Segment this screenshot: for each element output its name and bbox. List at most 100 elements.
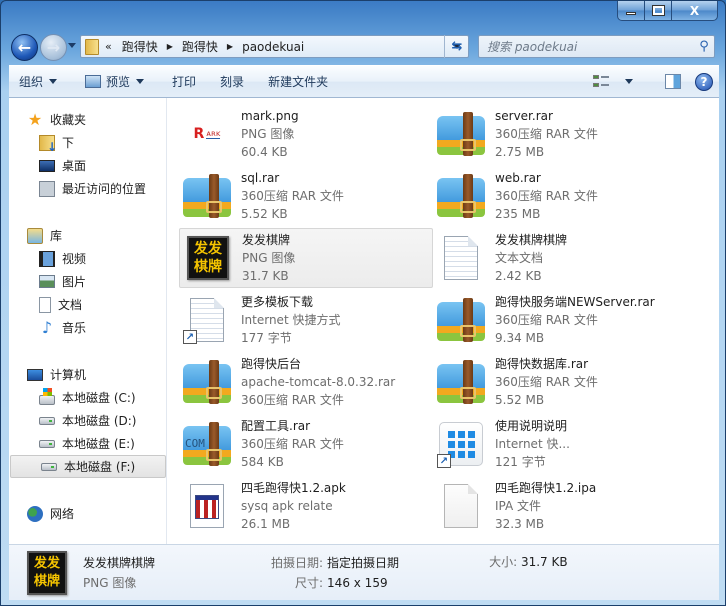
burn-button[interactable]: 刻录 [210, 66, 254, 97]
command-bar: 组织 预览 打印 刻录 新建文件夹 ? [9, 65, 719, 98]
forward-button[interactable]: → [40, 34, 67, 61]
file-text: 四毛跑得快1.2.ipa IPA 文件 32.3 MB [495, 479, 596, 533]
file-item[interactable]: 跑得快后台 apache-tomcat-8.0.32.rar 360压缩 RAR 文… [179, 352, 433, 412]
refresh-icon: ⇆ [451, 39, 463, 54]
desktop-icon [39, 159, 55, 172]
file-item[interactable]: 跑得快数据库.rar 360压缩 RAR 文件 5.52 MB [433, 352, 713, 412]
sidebar-label: 文档 [58, 298, 83, 312]
sidebar-item-desktop[interactable]: 桌面 [9, 154, 166, 177]
file-size: 177 字节 [241, 331, 292, 345]
file-item[interactable]: 四毛跑得快1.2.apk sysq apk relate 26.1 MB [179, 476, 433, 536]
search-icon[interactable]: ⚲ [694, 39, 714, 54]
close-button[interactable]: X [672, 1, 718, 21]
sidebar-item-downloads[interactable]: 下 [9, 131, 166, 154]
breadcrumb-item[interactable]: paodekuai [242, 40, 304, 54]
preview-pane-button[interactable] [665, 74, 681, 89]
sidebar-libraries[interactable]: 库 [9, 224, 166, 247]
file-item[interactable]: 四毛跑得快1.2.ipa IPA 文件 32.3 MB [433, 476, 713, 536]
organize-button[interactable]: 组织 [9, 66, 67, 97]
file-text: 跑得快服务端NEWServer.rar 360压缩 RAR 文件 9.34 MB [495, 293, 655, 347]
file-type: 360压缩 RAR 文件 [495, 375, 598, 389]
file-item[interactable]: ↗ 使用说明说明 Internet 快... 121 字节 [433, 414, 713, 474]
sidebar-item-music[interactable]: ♪ 音乐 [9, 316, 166, 339]
file-item[interactable]: 发发棋牌棋牌 文本文档 2.42 KB [433, 228, 713, 288]
search-input[interactable] [487, 39, 694, 54]
sidebar-item-documents[interactable]: 文档 [9, 293, 166, 316]
chevron-right-icon[interactable]: ▶ [227, 42, 233, 51]
file-type: Internet 快捷方式 [241, 313, 341, 327]
print-label: 打印 [172, 75, 197, 89]
explorer-window: X ← → « 跑得快 ▶ 跑得快 ▶ paodekuai ⇆ ⚲ 组织 预览 … [0, 0, 726, 606]
music-note-icon: ♪ [41, 318, 53, 337]
libraries-group: 库 视频 图片 文档 ♪ 音乐 [9, 224, 166, 339]
sidebar-label: 收藏夹 [50, 113, 87, 127]
file-icon: Rᴀʀᴋ [179, 108, 235, 160]
network-globe-icon [27, 505, 43, 522]
file-type: PNG 图像 [241, 127, 295, 141]
file-type: 360压缩 RAR 文件 [495, 127, 598, 141]
new-folder-button[interactable]: 新建文件夹 [258, 66, 338, 97]
file-item[interactable]: ↗ 更多模板下载 Internet 快捷方式 177 字节 [179, 290, 433, 350]
sidebar-item-drive-c[interactable]: 本地磁盘 (C:) [9, 386, 166, 409]
thumb-text: 发发 [33, 555, 60, 571]
sidebar-item-drive-f[interactable]: 本地磁盘 (F:) [10, 455, 166, 478]
address-bar[interactable]: « 跑得快 ▶ 跑得快 ▶ paodekuai [80, 35, 469, 58]
dimensions-value: 146 x 159 [327, 575, 388, 590]
file-item[interactable]: 跑得快服务端NEWServer.rar 360压缩 RAR 文件 9.34 MB [433, 290, 713, 350]
sidebar-computer[interactable]: 计算机 [9, 363, 166, 386]
size-label: 大小: [489, 555, 518, 569]
file-item[interactable]: Rᴀʀᴋ mark.png PNG 图像 60.4 KB [179, 104, 433, 164]
file-item[interactable]: server.rar 360压缩 RAR 文件 2.75 MB [433, 104, 713, 164]
breadcrumb-item[interactable]: 跑得快 [182, 38, 218, 55]
recent-pages-dropdown[interactable] [68, 43, 76, 48]
arrow-left-icon: ← [17, 38, 32, 57]
breadcrumb-overflow[interactable]: « [105, 40, 112, 53]
preview-button[interactable]: 预览 [75, 66, 154, 97]
file-text: 跑得快后台 apache-tomcat-8.0.32.rar 360压缩 RAR 文… [241, 355, 395, 409]
back-button[interactable]: ← [11, 34, 38, 61]
sidebar-label: 本地磁盘 (C:) [62, 391, 136, 405]
hard-drive-icon [39, 439, 55, 448]
date-taken-value[interactable]: 指定拍摄日期 [327, 553, 399, 573]
refresh-button[interactable]: ⇆ [444, 35, 469, 58]
file-name: 跑得快服务端NEWServer.rar [495, 295, 655, 309]
print-button[interactable]: 打印 [162, 66, 206, 97]
file-item[interactable]: COM 配置工具.rar 360压缩 RAR 文件 584 KB [179, 414, 433, 474]
arrow-right-icon: → [46, 38, 61, 57]
maximize-button[interactable] [645, 1, 672, 21]
sidebar-item-drive-e[interactable]: 本地磁盘 (E:) [9, 432, 166, 455]
sidebar-label: 下 [62, 136, 75, 150]
close-icon: X [689, 3, 700, 18]
rar-archive-icon [437, 298, 485, 342]
rar-archive-icon [437, 112, 485, 156]
file-name: sql.rar [241, 171, 280, 185]
star-icon: ★ [27, 110, 43, 129]
file-item[interactable]: web.rar 360压缩 RAR 文件 235 MB [433, 166, 713, 226]
file-name: 四毛跑得快1.2.ipa [495, 481, 597, 495]
chevron-right-icon[interactable]: ▶ [167, 42, 173, 51]
file-text: sql.rar 360压缩 RAR 文件 5.52 KB [241, 169, 344, 223]
file-size: 2.42 KB [495, 269, 542, 283]
burn-label: 刻录 [220, 75, 245, 89]
sidebar-item-videos[interactable]: 视频 [9, 247, 166, 270]
file-name: 跑得快数据库.rar [495, 357, 589, 371]
sidebar-favorites[interactable]: ★ 收藏夹 [9, 108, 166, 131]
document-icon [39, 296, 51, 313]
maximize-icon [651, 5, 665, 16]
favorites-group: ★ 收藏夹 下 桌面 最近访问的位置 [9, 108, 166, 200]
file-item[interactable]: sql.rar 360压缩 RAR 文件 5.52 KB [179, 166, 433, 226]
sidebar-item-drive-d[interactable]: 本地磁盘 (D:) [9, 409, 166, 432]
preview-label: 预览 [106, 75, 131, 89]
sidebar-network[interactable]: 网络 [9, 502, 166, 525]
organize-label: 组织 [19, 75, 44, 89]
sidebar-item-recent-places[interactable]: 最近访问的位置 [9, 177, 166, 200]
help-icon[interactable]: ? [695, 72, 713, 91]
minimize-button[interactable] [617, 1, 645, 21]
downloads-folder-icon [39, 134, 57, 154]
file-item[interactable]: 发发 棋牌 发发棋牌 PNG 图像 31.7 KB [179, 228, 433, 288]
breadcrumb-item[interactable]: 跑得快 [122, 38, 158, 55]
sidebar-item-pictures[interactable]: 图片 [9, 270, 166, 293]
change-view-button[interactable] [585, 74, 651, 89]
file-icon [433, 170, 489, 222]
rar-archive-icon [437, 360, 485, 404]
